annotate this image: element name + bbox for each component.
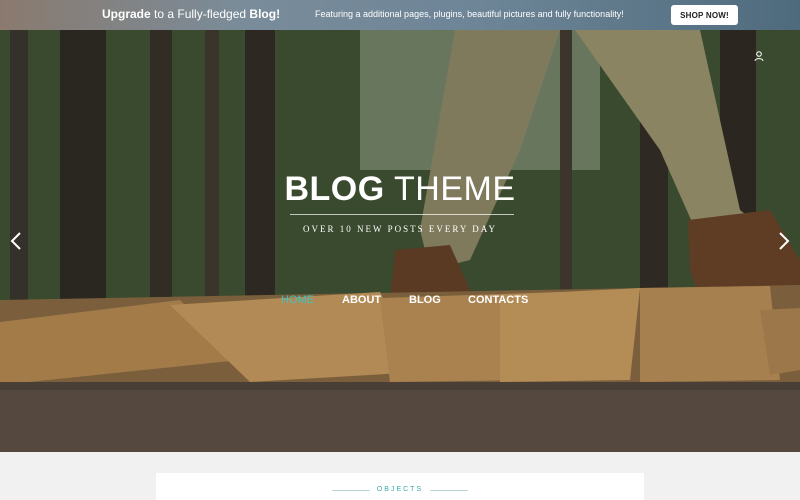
hero-title-light: THEME — [384, 170, 516, 208]
arrow-left-icon[interactable] — [9, 232, 23, 250]
hero-background-image — [0, 30, 800, 452]
promo-blog: Blog! — [249, 7, 281, 21]
shop-now-button[interactable]: SHOP NOW! — [671, 5, 738, 25]
arrow-right-icon[interactable] — [777, 232, 791, 250]
nav-item-about[interactable]: ABOUT — [342, 294, 381, 306]
section-label: OBJECTS — [376, 486, 424, 493]
objects-card: OBJECTS — [156, 473, 644, 500]
hero-title: BLOG THEME — [0, 170, 800, 209]
promo-headline: Upgrade to a Fully-fledged Blog! — [102, 7, 280, 21]
promo-feature-text: Featuring a additional pages, plugins, b… — [315, 9, 624, 19]
section-line-right — [430, 490, 468, 491]
hero-subtitle: OVER 10 NEW POSTS EVERY DAY — [303, 224, 497, 234]
nav-item-home[interactable]: HOME — [281, 294, 314, 306]
content-area: OBJECTS — [0, 452, 800, 500]
promo-upgrade: Upgrade — [102, 7, 151, 21]
hero-slider: BLOG THEME OVER 10 NEW POSTS EVERY DAY H… — [0, 30, 800, 452]
nav-item-blog[interactable]: BLOG — [409, 294, 441, 306]
promo-to-a: to a Fully-fledged — [150, 7, 250, 21]
main-nav: HOME ABOUT BLOG CONTACTS — [0, 294, 800, 310]
hero-title-bold: BLOG — [284, 170, 385, 208]
nav-item-contacts[interactable]: CONTACTS — [468, 294, 528, 306]
user-icon[interactable] — [753, 50, 765, 62]
hero-divider — [290, 214, 514, 215]
promo-bar: Upgrade to a Fully-fledged Blog! Featuri… — [0, 0, 800, 30]
